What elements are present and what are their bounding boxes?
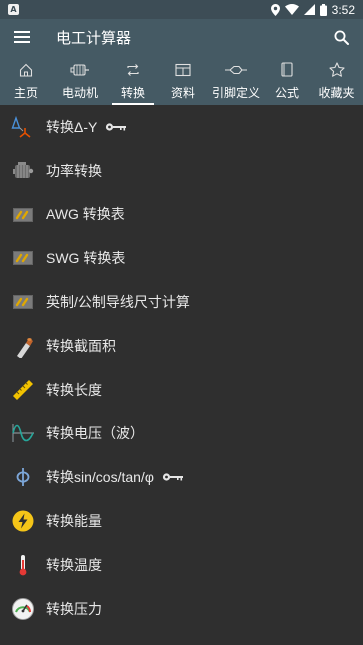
app-notification-icon: A bbox=[8, 4, 19, 15]
tab-home[interactable]: 主页 bbox=[0, 55, 52, 105]
key-icon bbox=[162, 473, 183, 481]
key-icon bbox=[106, 123, 127, 131]
search-button[interactable] bbox=[319, 19, 363, 55]
status-bar: A 3:52 bbox=[0, 0, 363, 19]
wire-gauge-icon bbox=[13, 295, 33, 310]
page-title: 电工计算器 bbox=[56, 29, 132, 47]
home-icon bbox=[19, 63, 33, 77]
cable-section-icon bbox=[17, 337, 33, 358]
status-time: 3:52 bbox=[331, 2, 355, 17]
list-item-swg-table[interactable]: SWG 转换表 bbox=[0, 236, 363, 280]
battery-icon bbox=[319, 3, 327, 16]
wifi-icon bbox=[284, 4, 299, 15]
ruler-icon bbox=[13, 379, 33, 400]
list-item-length[interactable]: 转换长度 bbox=[0, 368, 363, 412]
star-icon bbox=[328, 62, 345, 77]
location-icon bbox=[270, 3, 280, 16]
tab-formulas[interactable]: 公式 bbox=[264, 55, 310, 105]
lightning-icon bbox=[12, 510, 34, 532]
tab-motor[interactable]: 电动机 bbox=[52, 55, 108, 105]
list-item-energy[interactable]: 转换能量 bbox=[0, 499, 363, 543]
tab-reference[interactable]: 资料 bbox=[158, 55, 208, 105]
engine-icon bbox=[13, 161, 34, 178]
delta-wye-icon bbox=[11, 115, 31, 138]
phi-icon bbox=[16, 468, 30, 487]
convert-icon bbox=[127, 63, 139, 76]
tab-bar: 主页 电动机 转换 资料 引脚定义 公式 收藏夹 bbox=[0, 55, 363, 105]
sine-wave-icon bbox=[12, 424, 34, 443]
tab-convert[interactable]: 转换 bbox=[108, 55, 158, 105]
list-item-voltage-wave[interactable]: 转换电压（波） bbox=[0, 412, 363, 456]
list-item-temperature[interactable]: 转换温度 bbox=[0, 543, 363, 587]
pinout-icon bbox=[225, 65, 247, 74]
list-item-power[interactable]: 功率转换 bbox=[0, 149, 363, 193]
signal-icon bbox=[303, 4, 315, 15]
motor-icon bbox=[70, 63, 89, 76]
list-item-wire-size-calc[interactable]: 英制/公制导线尺寸计算 bbox=[0, 280, 363, 324]
hamburger-menu-icon bbox=[14, 31, 30, 43]
app-bar: 电工计算器 bbox=[0, 19, 363, 55]
thermometer-icon bbox=[19, 554, 27, 576]
gauge-icon bbox=[12, 597, 34, 620]
list-item-awg-table[interactable]: AWG 转换表 bbox=[0, 193, 363, 237]
wire-gauge-icon bbox=[13, 251, 33, 266]
list-item-pressure[interactable]: 转换压力 bbox=[0, 587, 363, 631]
table-icon bbox=[175, 63, 191, 76]
list-item-cross-section[interactable]: 转换截面积 bbox=[0, 324, 363, 368]
book-icon bbox=[281, 62, 293, 77]
list-item-trig[interactable]: 转换sin/cos/tan/φ bbox=[0, 455, 363, 499]
tab-favorites[interactable]: 收藏夹 bbox=[310, 55, 363, 105]
search-icon bbox=[334, 30, 349, 45]
tab-pinout[interactable]: 引脚定义 bbox=[208, 55, 264, 105]
menu-button[interactable] bbox=[0, 19, 44, 55]
list-item-delta-wye[interactable]: 转换Δ-Y bbox=[0, 105, 363, 149]
converter-list: 转换Δ-Y 功率转换 AWG 转换表 SWG 转换表 英制/公制导线尺寸计算 转… bbox=[0, 105, 363, 631]
wire-gauge-icon bbox=[13, 207, 33, 222]
